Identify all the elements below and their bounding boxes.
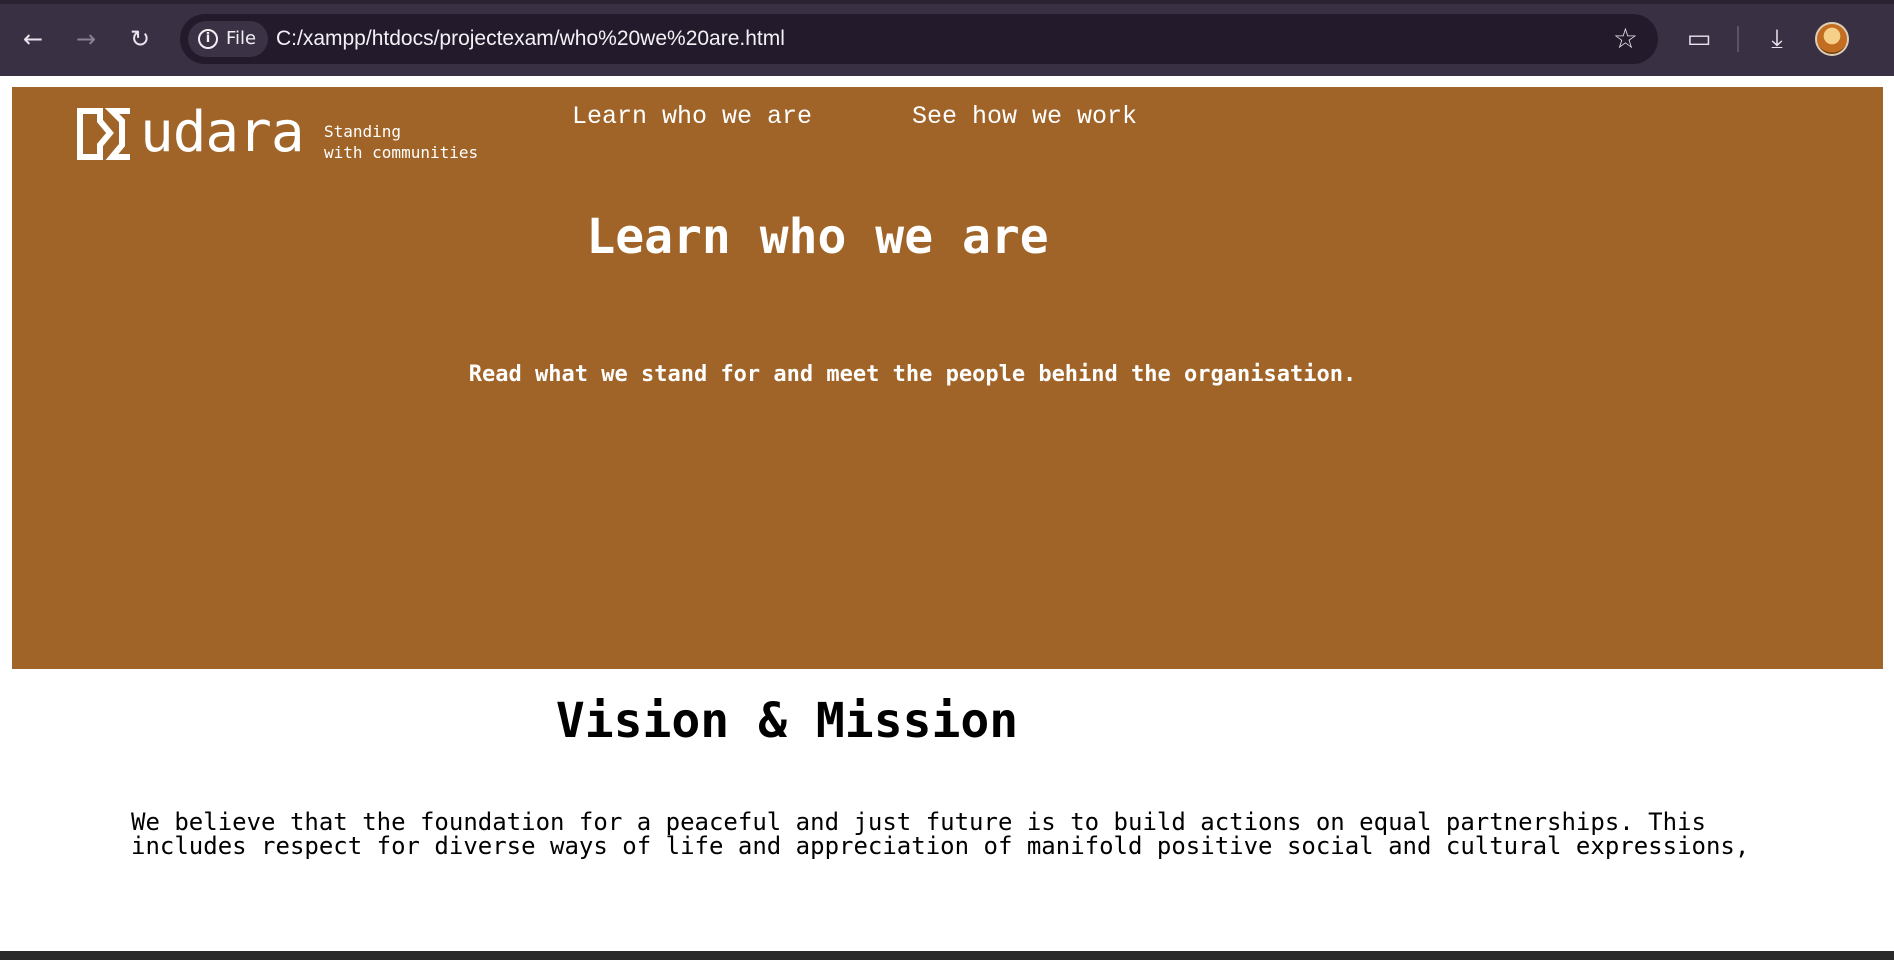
site-logo[interactable]: udara bbox=[76, 100, 316, 165]
toolbar-bottom-gap bbox=[0, 76, 1894, 87]
browser-toolbar: ← → ↻ i File C:/xampp/htdocs/projectexam… bbox=[0, 0, 1894, 76]
hero-subtitle: Read what we stand for and meet the peop… bbox=[468, 362, 1357, 387]
logo-tagline: Standing with communities bbox=[324, 121, 478, 163]
tab-strip-edge bbox=[0, 0, 1894, 4]
url-text[interactable]: C:/xampp/htdocs/projectexam/who%20we%20a… bbox=[276, 14, 785, 64]
nav-link-who-we-are[interactable]: Learn who we are bbox=[572, 102, 812, 132]
nav-link-how-we-work[interactable]: See how we work bbox=[912, 102, 1137, 132]
vision-paragraph: We believe that the foundation for a pea… bbox=[131, 810, 1761, 858]
back-arrow-icon[interactable]: ← bbox=[16, 22, 50, 56]
logo-wordmark: udara bbox=[140, 100, 305, 165]
paragraph-line-1: We believe that the foundation for a pea… bbox=[131, 808, 1706, 836]
reload-icon[interactable]: ↻ bbox=[123, 22, 157, 56]
hero-banner: udara Standing with communities Learn wh… bbox=[12, 87, 1883, 669]
paragraph-line-2: includes respect for diverse ways of lif… bbox=[131, 832, 1750, 860]
download-icon[interactable]: ⤓ bbox=[1758, 20, 1796, 58]
logo-mark-icon bbox=[77, 108, 130, 160]
taskbar-edge bbox=[0, 951, 1894, 960]
toolbar-divider bbox=[1737, 26, 1739, 52]
profile-avatar[interactable] bbox=[1815, 22, 1849, 56]
extensions-icon[interactable]: ▭ bbox=[1680, 20, 1718, 58]
tagline-line-2: with communities bbox=[324, 143, 479, 162]
forward-arrow-icon[interactable]: → bbox=[69, 22, 103, 56]
star-icon[interactable]: ☆ bbox=[1613, 22, 1638, 56]
site-info-label: File bbox=[226, 28, 257, 49]
hero-title: Learn who we are bbox=[586, 209, 1049, 265]
section-title: Vision & Mission bbox=[555, 693, 1019, 749]
site-info-chip[interactable]: i File bbox=[188, 21, 269, 57]
info-icon: i bbox=[198, 29, 218, 49]
address-bar[interactable]: i File C:/xampp/htdocs/projectexam/who%2… bbox=[180, 14, 1658, 64]
tagline-line-1: Standing bbox=[324, 122, 402, 141]
